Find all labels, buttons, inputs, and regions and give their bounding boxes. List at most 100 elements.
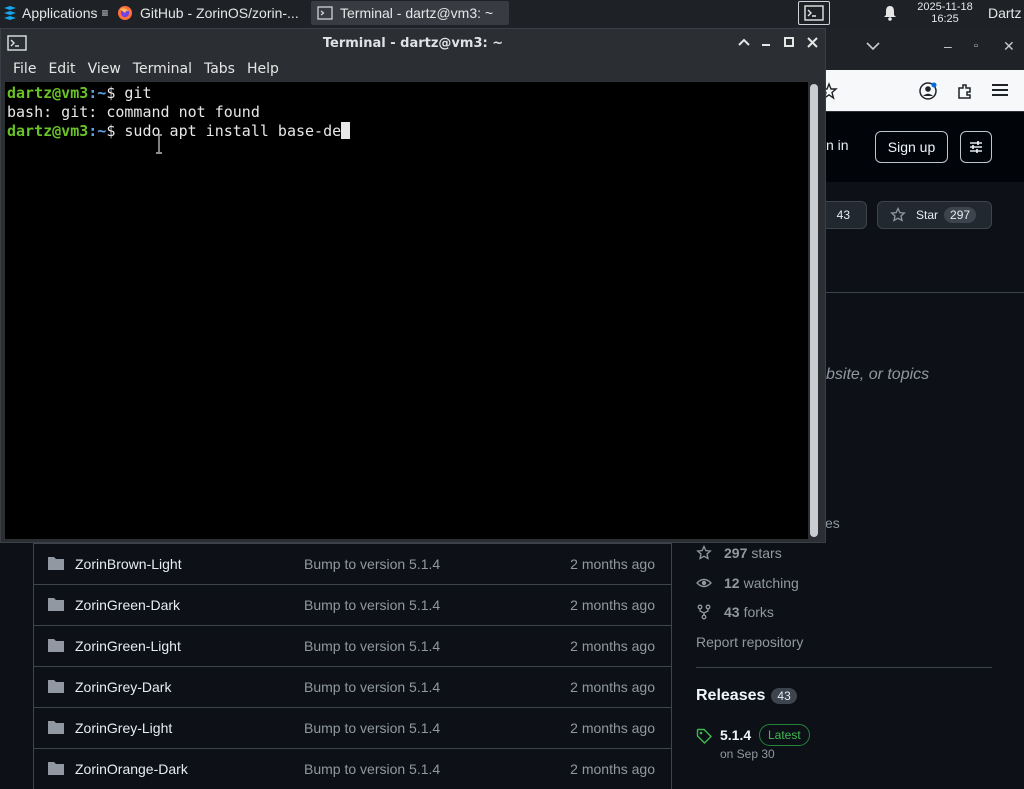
panel-clock[interactable]: 2025-11-18 16:25 xyxy=(908,0,982,26)
table-row[interactable]: ZorinBrown-Light Bump to version 5.1.4 2… xyxy=(34,543,671,584)
menu-file[interactable]: File xyxy=(7,61,42,77)
table-row[interactable]: ZorinGreen-Light Bump to version 5.1.4 2… xyxy=(34,625,671,666)
close-icon[interactable] xyxy=(805,35,819,49)
table-row[interactable]: ZorinGreen-Dark Bump to version 5.1.4 2 … xyxy=(34,584,671,625)
menu-edit[interactable]: Edit xyxy=(42,61,81,77)
commit-date: 2 months ago xyxy=(570,597,655,613)
fork-icon xyxy=(697,604,711,620)
taskbar-item-terminal[interactable]: Terminal - dartz@vm3: ~ xyxy=(311,1,509,25)
close-icon[interactable]: ✕ xyxy=(1003,38,1015,55)
terminal-icon xyxy=(317,6,333,20)
folder-icon xyxy=(48,557,64,570)
file-name[interactable]: ZorinGrey-Light xyxy=(75,720,172,736)
collapse-icon[interactable] xyxy=(737,35,751,49)
stars-count: 297 xyxy=(724,545,748,561)
user-menu[interactable]: Dartz xyxy=(988,0,1024,26)
notification-bell-icon[interactable] xyxy=(881,0,899,26)
terminal-icon xyxy=(7,35,27,51)
releases-heading[interactable]: Releases 43 xyxy=(696,687,797,705)
terminal-titlebar[interactable]: Terminal - dartz@vm3: ~ xyxy=(1,29,825,57)
file-name[interactable]: ZorinBrown-Light xyxy=(75,556,182,572)
commit-message[interactable]: Bump to version 5.1.4 xyxy=(304,761,440,777)
table-row[interactable]: ZorinOrange-Dark Bump to version 5.1.4 2… xyxy=(34,748,671,789)
terminal-scrollbar[interactable] xyxy=(810,84,818,537)
file-name[interactable]: ZorinGrey-Dark xyxy=(75,679,171,695)
commit-date: 2 months ago xyxy=(570,761,655,777)
report-repository-link[interactable]: Report repository xyxy=(696,634,803,650)
menu-help[interactable]: Help xyxy=(241,61,285,77)
star-button[interactable]: Star 297 xyxy=(877,201,992,229)
maximize-icon[interactable] xyxy=(782,35,796,49)
about-partial-text: es xyxy=(825,515,840,531)
applications-menu-button[interactable]: Applications ≡ xyxy=(0,0,110,26)
folder-icon xyxy=(48,762,64,775)
divider xyxy=(696,667,992,668)
extensions-icon[interactable] xyxy=(956,82,974,105)
latest-badge: Latest xyxy=(759,724,810,746)
report-label: Report repository xyxy=(696,634,804,650)
restore-icon[interactable]: ▫ xyxy=(974,40,978,52)
prompt-user: dartz@vm3 xyxy=(7,84,89,102)
chevron-down-icon[interactable] xyxy=(866,38,880,54)
about-placeholder-text: bsite, or topics xyxy=(826,366,930,383)
commit-message[interactable]: Bump to version 5.1.4 xyxy=(304,556,440,572)
terminal-icon xyxy=(804,5,824,21)
menu-terminal[interactable]: Terminal xyxy=(127,61,198,77)
sign-up-button[interactable]: Sign up xyxy=(875,131,948,163)
watching-count: 12 xyxy=(724,575,740,591)
releases-title: Releases xyxy=(696,687,766,704)
menu-view[interactable]: View xyxy=(82,61,127,77)
applications-label: Applications xyxy=(22,5,98,21)
prompt-symbol: $ xyxy=(106,122,125,140)
prompt-path: :~ xyxy=(88,84,107,102)
commit-message[interactable]: Bump to version 5.1.4 xyxy=(304,638,440,654)
terminal-line: dartz@vm3:~$ sudo apt install base-de xyxy=(7,122,351,140)
table-row[interactable]: ZorinGrey-Dark Bump to version 5.1.4 2 m… xyxy=(34,666,671,707)
release-version[interactable]: 5.1.4 xyxy=(720,727,751,743)
stars-label: stars xyxy=(751,545,782,561)
prompt-user: dartz@vm3 xyxy=(7,122,89,140)
commit-date: 2 months ago xyxy=(570,638,655,654)
taskbar-item-label: Terminal - dartz@vm3: ~ xyxy=(340,5,494,21)
watching-label: watching xyxy=(743,575,799,591)
folder-icon xyxy=(48,680,64,693)
commit-message[interactable]: Bump to version 5.1.4 xyxy=(304,679,440,695)
minimize-icon[interactable] xyxy=(759,35,773,49)
table-row[interactable]: ZorinGrey-Light Bump to version 5.1.4 2 … xyxy=(34,707,671,748)
clock-time: 16:25 xyxy=(931,13,959,25)
folder-icon xyxy=(48,598,64,611)
taskbar-item-label: GitHub - ZorinOS/zorin-... xyxy=(140,5,299,21)
fork-count: 43 xyxy=(836,208,850,222)
forks-label: forks xyxy=(743,604,774,620)
file-list: ZorinBrown-Light Bump to version 5.1.4 2… xyxy=(33,543,672,789)
taskbar-item-github[interactable]: GitHub - ZorinOS/zorin-... xyxy=(111,1,309,25)
star-count: 297 xyxy=(944,207,977,223)
stars-stat[interactable]: 297 stars xyxy=(696,545,782,561)
terminal-window: Terminal - dartz@vm3: ~ File Edit View T… xyxy=(0,28,826,543)
releases-count: 43 xyxy=(771,688,797,704)
file-name[interactable]: ZorinGreen-Dark xyxy=(75,597,180,613)
command-text: git xyxy=(124,84,152,102)
top-panel: Applications ≡ GitHub - ZorinOS/zorin-..… xyxy=(0,0,1024,26)
commit-message[interactable]: Bump to version 5.1.4 xyxy=(304,597,440,613)
account-icon[interactable] xyxy=(919,82,937,105)
commit-date: 2 months ago xyxy=(570,556,655,572)
menu-icon: ≡ xyxy=(101,6,109,20)
forks-stat[interactable]: 43 forks xyxy=(696,604,774,620)
commit-message[interactable]: Bump to version 5.1.4 xyxy=(304,720,440,736)
release-date: on Sep 30 xyxy=(720,747,775,761)
menu-tabs[interactable]: Tabs xyxy=(198,61,241,77)
terminal-launcher-button[interactable] xyxy=(798,1,830,25)
text-cursor xyxy=(341,122,351,139)
file-name[interactable]: ZorinOrange-Dark xyxy=(75,761,188,777)
hamburger-menu-icon[interactable] xyxy=(992,83,1008,102)
watching-stat[interactable]: 12 watching xyxy=(696,575,799,591)
star-icon xyxy=(890,207,906,222)
sliders-icon xyxy=(970,141,982,153)
settings-sliders-button[interactable] xyxy=(960,131,992,163)
terminal-menubar: File Edit View Terminal Tabs Help xyxy=(1,57,825,81)
sign-in-link[interactable]: n in xyxy=(826,137,849,153)
terminal-output[interactable]: dartz@vm3:~$ git bash: git: command not … xyxy=(5,82,808,539)
minimize-icon[interactable]: – xyxy=(944,38,952,54)
file-name[interactable]: ZorinGreen-Light xyxy=(75,638,181,654)
